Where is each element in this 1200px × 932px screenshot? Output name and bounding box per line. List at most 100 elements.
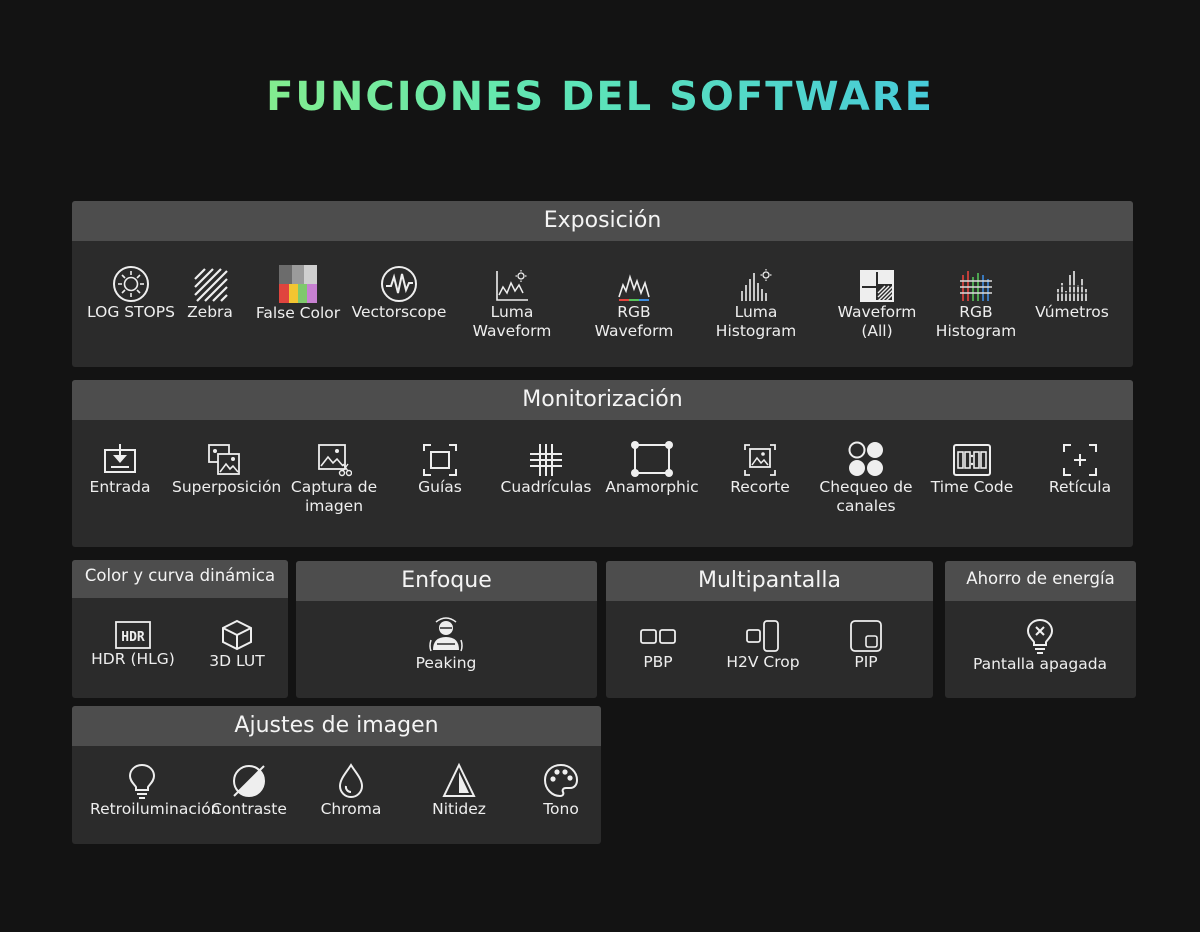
panel-ajustes: Ajustes de imagen Retroiluminación Contr… [72, 706, 601, 844]
feature-retroiluminacion[interactable]: Retroiluminación [90, 762, 221, 819]
feature-anamorphic[interactable]: Anamorphic [600, 440, 704, 497]
feature-vumetros[interactable]: Vúmetros [1022, 269, 1122, 322]
panel-title: Color y curva dinámica [72, 560, 288, 598]
feature-label: Anamorphic [605, 478, 699, 496]
feature-label: H2V Crop [726, 653, 800, 671]
palette-icon [543, 763, 579, 798]
feature-captura-imagen[interactable]: Captura de imagen [284, 442, 384, 516]
feature-3d-lut[interactable]: 3D LUT [192, 618, 282, 671]
panel-title: Monitorización [72, 380, 1133, 420]
feature-pbp[interactable]: PBP [622, 621, 694, 672]
vectorscope-icon [381, 266, 417, 302]
feature-luma-histogram[interactable]: Luma Histogram [706, 267, 806, 341]
panel-title: Enfoque [296, 561, 597, 601]
panel-title: Ajustes de imagen [72, 706, 601, 746]
feature-superposicion[interactable]: Superposición [172, 442, 282, 497]
panel-monitorizacion: Monitorización Entrada Superposición Cap… [72, 380, 1133, 547]
feature-entrada[interactable]: Entrada [72, 442, 168, 497]
feature-guias[interactable]: Guías [390, 442, 490, 497]
feature-label: PBP [643, 653, 673, 671]
feature-label: HDR (HLG) [91, 650, 175, 668]
aperture-icon [113, 266, 149, 302]
feature-rgb-waveform[interactable]: RGB Waveform [584, 269, 684, 341]
channel-check-icon [848, 441, 883, 476]
feature-luma-waveform[interactable]: Luma Waveform [462, 269, 562, 341]
feature-log-stops[interactable]: LOG STOPS [76, 265, 186, 322]
luma-histogram-icon [741, 269, 772, 301]
feature-label: Chroma [320, 800, 382, 818]
grid-icon [530, 444, 562, 476]
feature-label: Peaking [415, 654, 477, 672]
feature-label: Guías [418, 478, 462, 496]
feature-zebra[interactable]: Zebra [180, 265, 240, 322]
feature-label: Captura de imagen [290, 478, 378, 515]
panel-title: Exposición [72, 201, 1133, 241]
feature-recorte[interactable]: Recorte [710, 442, 810, 497]
image-capture-icon [318, 444, 352, 477]
feature-chroma[interactable]: Chroma [306, 762, 396, 819]
feature-peaking[interactable]: Peaking [371, 616, 521, 673]
feature-pip[interactable]: PIP [830, 619, 902, 672]
contrast-icon [233, 765, 265, 797]
feature-label: RGB Waveform [594, 303, 674, 340]
feature-label: LOG STOPS [87, 303, 175, 321]
anamorphic-icon [631, 441, 673, 477]
feature-label: Vúmetros [1035, 303, 1109, 321]
time-code-icon [953, 444, 991, 476]
feature-pantalla-apagada[interactable]: Pantalla apagada [950, 617, 1130, 674]
feature-cuadriculas[interactable]: Cuadrículas [496, 442, 596, 497]
cube-icon [222, 619, 252, 651]
feature-nitidez[interactable]: Nitidez [414, 762, 504, 819]
bulb-icon [128, 763, 156, 799]
hdr-icon: HDR [115, 621, 151, 649]
feature-label: Superposición [172, 478, 282, 496]
feature-label: Chequeo de canales [819, 478, 913, 515]
feature-label: RGB Histogram [935, 303, 1017, 340]
page-title: FUNCIONES DEL SOFTWARE [0, 74, 1200, 120]
feature-label: Retroiluminación [90, 800, 221, 818]
pip-icon [850, 620, 882, 652]
peaking-person-icon [429, 617, 463, 652]
sharpness-icon [442, 762, 476, 797]
feature-time-code[interactable]: Time Code [922, 442, 1022, 497]
feature-chequeo-canales[interactable]: Chequeo de canales [810, 440, 922, 516]
feature-label: Time Code [930, 478, 1014, 496]
feature-label: Luma Histogram [715, 303, 797, 340]
panel-enfoque: Enfoque Peaking [296, 561, 597, 698]
feature-label: Cuadrículas [500, 478, 592, 496]
rgb-histogram-icon [960, 271, 992, 301]
feature-label: Luma Waveform [472, 303, 552, 340]
h2v-crop-icon [746, 620, 779, 652]
panel-multipantalla: Multipantalla PBP H2V Crop PIP [606, 561, 933, 698]
feature-h2v-crop[interactable]: H2V Crop [710, 619, 816, 672]
feature-waveform-all[interactable]: Waveform (All) [827, 269, 927, 341]
false-color-swatch-icon [279, 265, 317, 303]
feature-label: Zebra [187, 303, 233, 321]
feature-label: Vectorscope [351, 303, 447, 321]
feature-label: False Color [255, 304, 341, 322]
vu-meter-icon [1056, 271, 1088, 301]
overlay-icon [208, 444, 240, 475]
waveform-all-icon [860, 270, 894, 302]
crop-icon [744, 444, 776, 476]
feature-contraste[interactable]: Contraste [204, 762, 294, 819]
input-icon [104, 444, 136, 473]
pbp-icon [640, 629, 676, 644]
feature-false-color[interactable]: False Color [248, 264, 348, 323]
feature-hdr[interactable]: HDR HDR (HLG) [78, 620, 188, 669]
feature-vectorscope[interactable]: Vectorscope [344, 265, 454, 322]
feature-rgb-histogram[interactable]: RGB Histogram [926, 269, 1026, 341]
feature-label: Contraste [211, 800, 287, 818]
panel-ahorro: Ahorro de energía Pantalla apagada [945, 561, 1136, 698]
feature-label: PIP [854, 653, 878, 671]
reticle-icon [1063, 444, 1097, 476]
feature-label: Recorte [730, 478, 790, 496]
panel-color: Color y curva dinámica HDR HDR (HLG) 3D … [72, 560, 288, 698]
feature-label: 3D LUT [209, 652, 265, 670]
feature-reticula[interactable]: Retícula [1030, 442, 1130, 497]
zebra-stripes-icon [194, 268, 228, 302]
feature-label: Retícula [1048, 478, 1112, 496]
feature-label: Pantalla apagada [972, 655, 1108, 673]
bulb-off-icon [1026, 618, 1054, 654]
feature-tono[interactable]: Tono [516, 762, 601, 819]
